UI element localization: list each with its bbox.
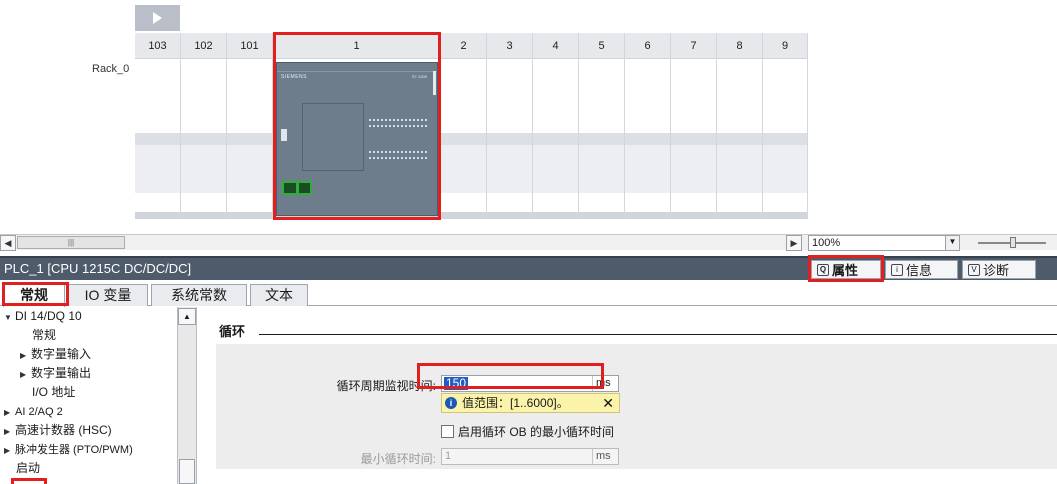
- cycle-monitor-label: 循环周期监视时间:: [336, 379, 436, 393]
- tab-label: 信息: [906, 263, 933, 278]
- chevron-right-icon[interactable]: ▶: [4, 422, 15, 441]
- expand-rack-button[interactable]: [135, 5, 180, 31]
- tree-item-hsc[interactable]: ▶ 高速计数器 (HSC): [4, 421, 112, 440]
- slot-number: 2: [441, 33, 486, 59]
- section-title: 循环: [219, 324, 246, 339]
- tree-item-label: 数字量输出: [31, 366, 92, 380]
- slot-3[interactable]: 3: [487, 33, 533, 219]
- scroll-thumb[interactable]: |||: [17, 236, 125, 249]
- selection-highlight: [11, 478, 47, 484]
- properties-content: 循环 循环周期监视时间: 150 ms i 值范围：[1..6000]。 ✕ 启…: [197, 307, 1057, 484]
- device-rack-view: Rack_0 103 102 101 1 2 3 4 5 6 7 8 9 SIE…: [0, 0, 1057, 232]
- tab-diagnostics[interactable]: V 诊断: [962, 260, 1036, 279]
- zoom-select[interactable]: 100% ▼: [808, 235, 960, 251]
- tree-item-label: 启动: [16, 461, 41, 475]
- tree-scrollbar[interactable]: ▲: [177, 307, 196, 484]
- slot-number: 6: [625, 33, 670, 59]
- tree-item-label: 高速计数器 (HSC): [15, 423, 112, 437]
- navigation-tree: ▼ DI 14/DQ 10 常规 ▶ 数字量输入 ▶ 数字量输出 I/O 地址 ▶ AI…: [0, 307, 197, 484]
- slot-7[interactable]: 7: [671, 33, 717, 219]
- tree-item-startup[interactable]: 启动: [16, 459, 40, 478]
- chevron-right-icon[interactable]: ▶: [4, 441, 15, 460]
- min-cycle-value: 1: [445, 450, 452, 462]
- tab-texts[interactable]: 文本: [250, 284, 308, 306]
- min-cycle-label: 最小循环时间:: [360, 452, 436, 466]
- selection-highlight: [808, 255, 884, 282]
- chevron-right-icon[interactable]: ▶: [4, 403, 15, 422]
- slot-101[interactable]: 101: [227, 33, 273, 219]
- slot-5[interactable]: 5: [579, 33, 625, 219]
- enable-min-label: 启用循环 OB 的最小循环时间: [458, 425, 615, 439]
- zoom-slider[interactable]: [978, 237, 1046, 248]
- slot-number: 9: [763, 33, 807, 59]
- close-icon[interactable]: ✕: [602, 394, 614, 412]
- horizontal-scrollbar[interactable]: ◀ ||| ▶ 100% ▼: [0, 234, 1057, 251]
- section-divider: [259, 334, 1057, 335]
- inspector-subtabs: 常规 IO 变量 系统常数 文本: [0, 282, 1057, 307]
- tab-info[interactable]: i 信息: [885, 260, 958, 279]
- slot-number: 102: [181, 33, 226, 59]
- slot-4[interactable]: 4: [533, 33, 579, 219]
- scroll-left-icon[interactable]: ◀: [0, 235, 16, 251]
- slot-102[interactable]: 102: [181, 33, 227, 219]
- scroll-up-icon[interactable]: ▲: [178, 308, 196, 325]
- tab-label: 诊断: [983, 263, 1010, 278]
- slot-9[interactable]: 9: [763, 33, 808, 219]
- selection-highlight: [2, 282, 69, 306]
- tree-item-label: I/O 地址: [32, 385, 76, 399]
- range-tooltip: i 值范围：[1..6000]。 ✕: [441, 393, 620, 413]
- rack-label: Rack_0: [92, 63, 130, 75]
- slot-8[interactable]: 8: [717, 33, 763, 219]
- inspector-title: PLC_1 [CPU 1215C DC/DC/DC]: [4, 261, 192, 276]
- slot-103[interactable]: 103: [135, 33, 181, 219]
- tree-item-label: 常规: [32, 328, 57, 342]
- zoom-slider-knob[interactable]: [1010, 237, 1016, 248]
- info-icon: i: [445, 397, 457, 409]
- inspector-header: PLC_1 [CPU 1215C DC/DC/DC] Q 属性 i 信息 V 诊…: [0, 256, 1057, 280]
- tab-system-constants[interactable]: 系统常数: [151, 284, 247, 306]
- diagnostics-icon: V: [968, 263, 980, 276]
- zoom-value: 100%: [812, 237, 841, 249]
- scroll-thumb[interactable]: [179, 459, 195, 484]
- slot-number: 103: [135, 33, 180, 59]
- chevron-down-icon[interactable]: ▼: [945, 236, 959, 250]
- slot-number: 5: [579, 33, 624, 59]
- scroll-right-icon[interactable]: ▶: [786, 235, 802, 251]
- tree-item-pulse-generator[interactable]: ▶ 脉冲发生器 (PTO/PWM): [4, 440, 133, 459]
- slot-number: 8: [717, 33, 762, 59]
- tree-item-di-dq[interactable]: ▼ DI 14/DQ 10: [4, 307, 82, 326]
- tab-io-tags[interactable]: IO 变量: [68, 284, 148, 306]
- tree-item-digital-outputs[interactable]: ▶ 数字量输出: [20, 364, 91, 383]
- grip-icon: |||: [67, 238, 75, 247]
- slot-number: 3: [487, 33, 532, 59]
- slot-number: 7: [671, 33, 716, 59]
- tree-item-label: DI 14/DQ 10: [15, 309, 82, 323]
- selection-highlight: [417, 363, 604, 389]
- tree-item-io-addresses[interactable]: I/O 地址: [32, 383, 75, 402]
- slot-2[interactable]: 2: [441, 33, 487, 219]
- cycle-settings-panel: 循环周期监视时间: 150 ms i 值范围：[1..6000]。 ✕ 启用循环…: [216, 344, 1057, 469]
- tree-item-label: 数字量输入: [31, 347, 92, 361]
- checkbox-icon[interactable]: [441, 425, 454, 438]
- chevron-right-icon[interactable]: ▶: [20, 365, 31, 384]
- slot-6[interactable]: 6: [625, 33, 671, 219]
- tree-item-label: AI 2/AQ 2: [15, 406, 63, 418]
- tree-item-general[interactable]: 常规: [32, 326, 56, 345]
- chevron-right-icon[interactable]: ▶: [20, 346, 31, 365]
- tree-item-ai-aq[interactable]: ▶ AI 2/AQ 2: [4, 402, 63, 421]
- selection-highlight: [273, 32, 441, 220]
- slot-number: 101: [227, 33, 272, 59]
- range-hint: 值范围：[1..6000]。: [462, 396, 569, 410]
- slot-number: 4: [533, 33, 578, 59]
- enable-min-cycle-checkbox[interactable]: 启用循环 OB 的最小循环时间: [441, 423, 614, 440]
- unit-label: ms: [592, 449, 618, 464]
- play-arrow-icon: [153, 12, 162, 24]
- info-icon: i: [891, 263, 903, 276]
- min-cycle-input[interactable]: 1 ms: [441, 448, 619, 465]
- tree-item-digital-inputs[interactable]: ▶ 数字量输入: [20, 345, 91, 364]
- chevron-down-icon[interactable]: ▼: [4, 308, 15, 327]
- tree-item-label: 脉冲发生器 (PTO/PWM): [15, 444, 133, 456]
